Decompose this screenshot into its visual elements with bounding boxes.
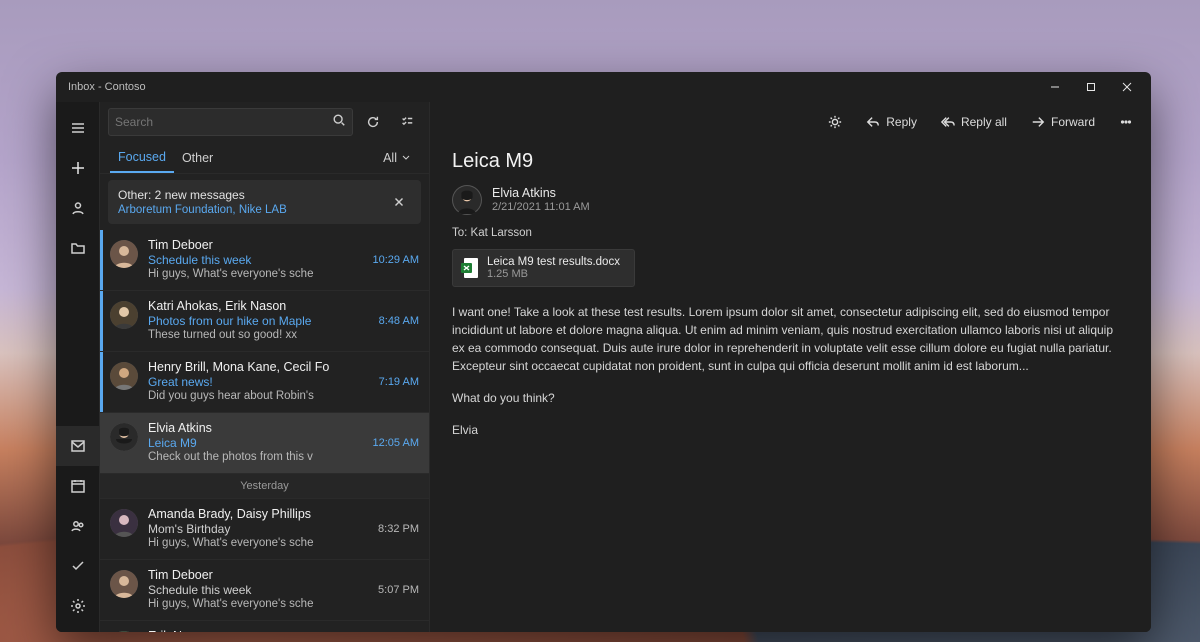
search-input[interactable]	[108, 108, 353, 136]
reading-pane: Reply Reply all Forward Leica M9 Elvia A…	[430, 102, 1151, 632]
date-separator: Yesterday	[100, 474, 429, 499]
sender-name: Elvia Atkins	[492, 186, 590, 200]
accounts-icon[interactable]	[56, 188, 100, 228]
attachment-name: Leica M9 test results.docx	[487, 256, 620, 268]
tab-focused[interactable]: Focused	[110, 142, 174, 173]
mail-subject: Leica M9	[452, 150, 1129, 173]
attachment-chip[interactable]: Leica M9 test results.docx 1.25 MB	[452, 249, 635, 287]
avatar	[110, 570, 138, 598]
message-item[interactable]: Amanda Brady, Daisy Phillips Mom's Birth…	[100, 499, 429, 560]
settings-icon[interactable]	[56, 586, 100, 626]
message-item[interactable]: Erik Nason	[100, 621, 429, 632]
sync-icon[interactable]	[359, 108, 387, 136]
chevron-down-icon	[401, 153, 411, 163]
mail-window: Inbox - Contoso	[56, 72, 1151, 632]
avatar	[110, 423, 138, 451]
message-item[interactable]: Elvia Atkins Leica M9 Check out the phot…	[100, 413, 429, 474]
mail-body: I want one! Take a look at these test re…	[452, 303, 1129, 439]
avatar	[110, 240, 138, 268]
tab-other[interactable]: Other	[174, 142, 221, 173]
people-app-icon[interactable]	[56, 506, 100, 546]
message-item[interactable]: Tim Deboer Schedule this week Hi guys, W…	[100, 230, 429, 291]
todo-app-icon[interactable]	[56, 546, 100, 586]
reply-all-button[interactable]: Reply all	[931, 107, 1017, 137]
more-actions-button[interactable]	[1109, 107, 1143, 137]
avatar	[110, 301, 138, 329]
avatar	[110, 631, 138, 632]
window-title: Inbox - Contoso	[68, 81, 1037, 93]
other-banner-title: Other: 2 new messages	[118, 188, 287, 202]
attachment-size: 1.25 MB	[487, 268, 620, 280]
mail-app-icon[interactable]	[56, 426, 100, 466]
message-item[interactable]: Katri Ahokas, Erik Nason Photos from our…	[100, 291, 429, 352]
dismiss-banner-button[interactable]	[385, 188, 413, 216]
maximize-button[interactable]	[1073, 72, 1109, 102]
hamburger-icon[interactable]	[56, 108, 100, 148]
sender-row: Elvia Atkins 2/21/2021 11:01 AM	[452, 183, 1129, 215]
filter-dropdown[interactable]: All	[375, 142, 419, 173]
reading-toolbar: Reply Reply all Forward	[430, 102, 1151, 142]
new-mail-button[interactable]	[56, 148, 100, 188]
message-list-column: Focused Other All Other: 2 new messages …	[100, 102, 430, 632]
search-icon	[332, 113, 346, 132]
excel-file-icon	[461, 257, 479, 279]
close-button[interactable]	[1109, 72, 1145, 102]
sent-date: 2/21/2021 11:01 AM	[492, 201, 590, 213]
forward-button[interactable]: Forward	[1021, 107, 1105, 137]
other-inbox-banner[interactable]: Other: 2 new messages Arboretum Foundati…	[108, 180, 421, 224]
sender-avatar	[452, 185, 482, 215]
message-item[interactable]: Tim Deboer Schedule this week Hi guys, W…	[100, 560, 429, 621]
message-item[interactable]: Henry Brill, Mona Kane, Cecil Fo Great n…	[100, 352, 429, 413]
select-mode-icon[interactable]	[393, 108, 421, 136]
to-row: To: Kat Larsson	[452, 227, 1129, 239]
reply-button[interactable]: Reply	[856, 107, 927, 137]
nav-rail	[56, 102, 100, 632]
avatar	[110, 362, 138, 390]
titlebar: Inbox - Contoso	[56, 72, 1151, 102]
folders-icon[interactable]	[56, 228, 100, 268]
message-list[interactable]: Tim Deboer Schedule this week Hi guys, W…	[100, 230, 429, 632]
search-field[interactable]	[115, 115, 332, 129]
inbox-tabs: Focused Other All	[100, 142, 429, 174]
to-recipient: Kat Larsson	[471, 227, 532, 239]
calendar-app-icon[interactable]	[56, 466, 100, 506]
other-banner-senders: Arboretum Foundation, Nike LAB	[118, 204, 287, 216]
sunny-icon[interactable]	[818, 107, 852, 137]
minimize-button[interactable]	[1037, 72, 1073, 102]
avatar	[110, 509, 138, 537]
